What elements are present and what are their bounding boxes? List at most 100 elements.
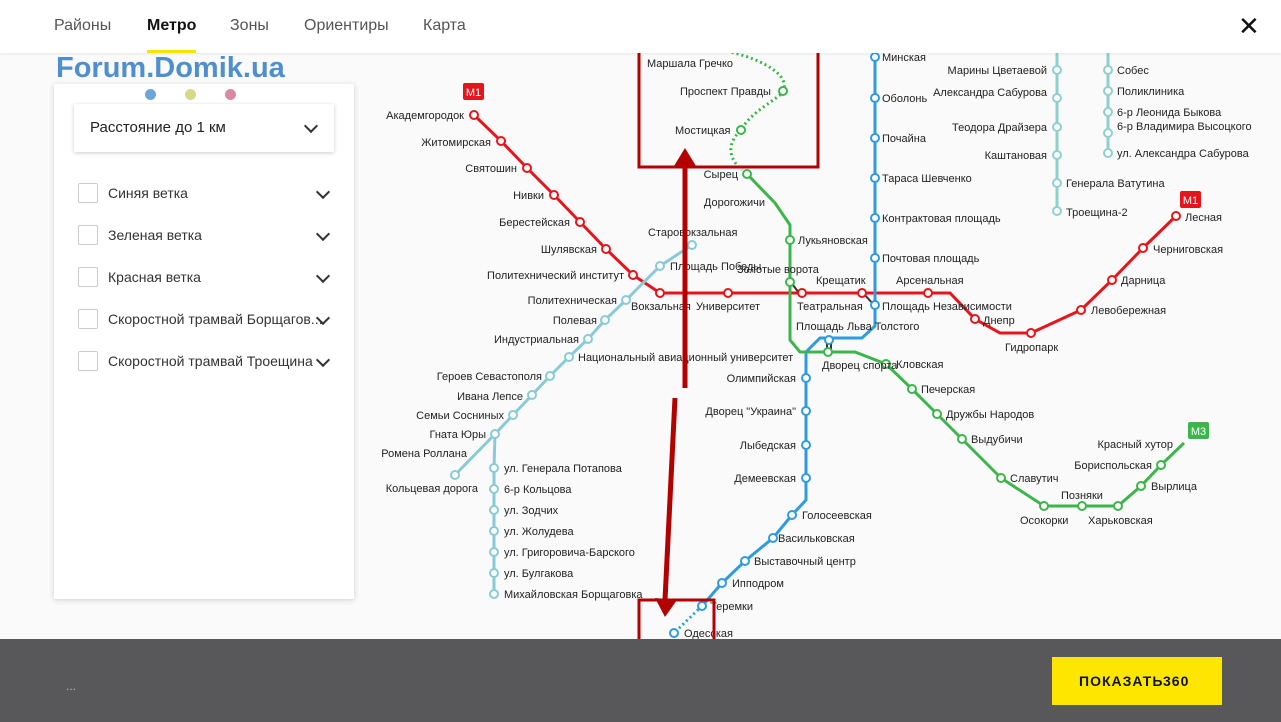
station-marker[interactable] xyxy=(1138,243,1148,253)
station-marker[interactable] xyxy=(787,510,797,520)
station-label[interactable]: ул. Жолудева xyxy=(504,526,575,538)
station-marker[interactable] xyxy=(801,406,811,416)
station-marker[interactable] xyxy=(723,288,733,298)
station-label[interactable]: Васильковская xyxy=(778,533,855,545)
station-label[interactable]: Шулявская xyxy=(541,244,597,256)
station-label[interactable]: Полевая xyxy=(553,315,597,327)
station-marker[interactable] xyxy=(583,334,593,344)
station-label[interactable]: Каштановая xyxy=(985,150,1047,162)
station-marker[interactable] xyxy=(717,578,727,588)
station-label[interactable]: Бориспольская xyxy=(1074,460,1152,472)
station-label[interactable]: Демеевская xyxy=(734,473,796,485)
station-label[interactable]: Индустриальная xyxy=(494,334,579,346)
station-label[interactable]: Дорогожичи xyxy=(704,197,765,209)
station-marker[interactable] xyxy=(450,470,460,480)
station-label[interactable]: Святошин xyxy=(465,163,517,175)
checkbox[interactable] xyxy=(78,267,98,287)
station-marker[interactable] xyxy=(923,288,933,298)
station-label[interactable]: Голосеевская xyxy=(802,510,872,522)
station-label[interactable]: Ромена Роллана xyxy=(381,448,468,460)
station-marker[interactable] xyxy=(489,589,499,599)
station-label[interactable]: Вырлица xyxy=(1151,481,1198,493)
station-label[interactable]: Ивана Лепсе xyxy=(457,391,523,403)
station-marker[interactable] xyxy=(1039,501,1049,511)
station-label[interactable]: Олимпийская xyxy=(727,373,796,385)
station-label[interactable]: Политехнический институт xyxy=(487,270,624,282)
tab-zony[interactable]: Зоны xyxy=(230,17,269,35)
station-label[interactable]: Днепр xyxy=(983,315,1015,327)
station-marker[interactable] xyxy=(508,410,518,420)
station-marker[interactable] xyxy=(778,86,788,96)
station-marker[interactable] xyxy=(1103,107,1113,117)
station-label[interactable]: Осокорки xyxy=(1020,515,1068,527)
station-label[interactable]: Ипподром xyxy=(732,578,784,590)
station-marker[interactable] xyxy=(669,628,679,638)
chevron-down-icon[interactable] xyxy=(315,352,331,368)
station-label[interactable]: Старовокзальная xyxy=(648,227,737,239)
station-marker[interactable] xyxy=(628,270,638,280)
station-marker[interactable] xyxy=(870,93,880,103)
station-marker[interactable] xyxy=(801,373,811,383)
station-label[interactable]: Героев Севастополя xyxy=(437,371,542,383)
station-label[interactable]: Дружбы Народов xyxy=(946,409,1034,421)
station-marker[interactable] xyxy=(1052,122,1062,132)
station-marker[interactable] xyxy=(824,335,834,345)
station-label[interactable]: Берестейская xyxy=(499,217,570,229)
station-marker[interactable] xyxy=(490,429,500,439)
station-marker[interactable] xyxy=(1026,328,1036,338)
station-marker[interactable] xyxy=(1052,150,1062,160)
station-marker[interactable] xyxy=(932,409,942,419)
station-label[interactable]: Оболонь xyxy=(882,93,927,105)
station-marker[interactable] xyxy=(870,300,880,310)
checkbox[interactable] xyxy=(78,183,98,203)
station-marker[interactable] xyxy=(545,371,555,381)
station-label[interactable]: Житомирская xyxy=(421,137,491,149)
station-marker[interactable] xyxy=(697,601,707,611)
station-marker[interactable] xyxy=(489,505,499,515)
station-label[interactable]: Почтовая площадь xyxy=(882,253,980,265)
station-marker[interactable] xyxy=(870,213,880,223)
station-label[interactable]: Арсенальная xyxy=(896,275,964,287)
close-icon[interactable]: ✕ xyxy=(1238,13,1260,39)
station-marker[interactable] xyxy=(1171,211,1181,221)
station-marker[interactable] xyxy=(907,384,917,394)
station-label[interactable]: Крещатик xyxy=(816,275,866,287)
station-label[interactable]: Вокзальная xyxy=(631,301,691,313)
station-label[interactable]: Дарница xyxy=(1121,275,1166,287)
station-marker[interactable] xyxy=(687,240,697,250)
station-marker[interactable] xyxy=(1103,148,1113,158)
station-marker[interactable] xyxy=(740,556,750,566)
station-label[interactable]: Выставочный центр xyxy=(754,556,856,568)
station-marker[interactable] xyxy=(655,288,665,298)
station-label[interactable]: Выдубичи xyxy=(971,434,1023,446)
line-filter-tram-troesh[interactable]: Скоростной трамвай Троещина xyxy=(78,351,334,375)
chevron-down-icon[interactable] xyxy=(315,268,331,284)
station-marker[interactable] xyxy=(996,473,1006,483)
station-label[interactable]: Александра Сабурова xyxy=(933,87,1048,99)
station-marker[interactable] xyxy=(564,352,574,362)
station-marker[interactable] xyxy=(870,253,880,263)
station-label[interactable]: Площадь Независимости xyxy=(882,301,1012,313)
station-marker[interactable] xyxy=(1052,65,1062,75)
tab-karta[interactable]: Карта xyxy=(423,17,466,35)
station-label[interactable]: 6-р Кольцова xyxy=(504,484,572,496)
station-label[interactable]: Михайловская Борщаговка xyxy=(504,589,643,601)
station-marker[interactable] xyxy=(469,110,479,120)
station-marker[interactable] xyxy=(970,314,980,324)
station-label[interactable]: Поликлиника xyxy=(1117,86,1185,98)
station-marker[interactable] xyxy=(496,136,506,146)
station-label[interactable]: Собес xyxy=(1117,65,1149,77)
line-filter-blue[interactable]: Синяя ветка xyxy=(78,183,334,207)
station-label[interactable]: Кловская xyxy=(896,359,943,371)
station-marker[interactable] xyxy=(655,261,665,271)
station-marker[interactable] xyxy=(742,169,752,179)
station-label[interactable]: Университет xyxy=(696,301,760,313)
station-label[interactable]: Марины Цветаевой xyxy=(948,65,1047,77)
distance-select[interactable]: Расстояние до 1 км xyxy=(74,104,334,152)
station-marker[interactable] xyxy=(1052,206,1062,216)
station-marker[interactable] xyxy=(527,390,537,400)
station-marker[interactable] xyxy=(768,533,778,543)
station-label[interactable]: Позняки xyxy=(1061,490,1103,502)
station-marker[interactable] xyxy=(870,52,880,62)
station-label[interactable]: Дворец "Украина" xyxy=(705,406,796,418)
